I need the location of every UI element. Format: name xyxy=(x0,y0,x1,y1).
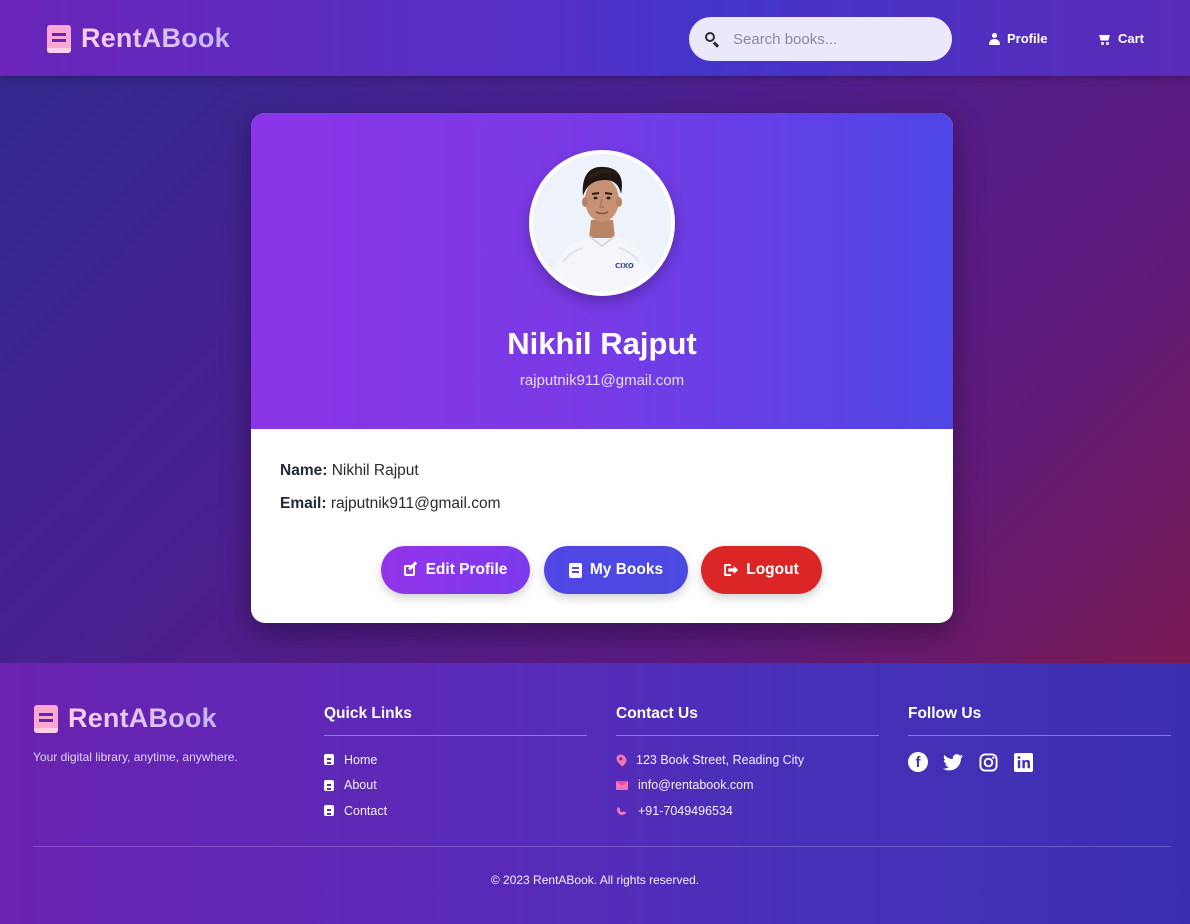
footer-link-label: About xyxy=(344,778,377,793)
quick-links-section: Quick Links Home About Contact xyxy=(324,705,587,824)
footer: RentABook Your digital library, anytime,… xyxy=(0,663,1190,924)
instagram-icon[interactable] xyxy=(978,752,998,772)
follow-title: Follow Us xyxy=(908,705,1171,736)
user-icon xyxy=(989,32,1000,45)
profile-header: CIXO Nikhil Rajput rajputnik911@gmail.co… xyxy=(251,113,953,429)
book-icon xyxy=(34,704,58,733)
footer-tagline: Your digital library, anytime, anywhere. xyxy=(33,750,238,764)
my-books-button[interactable]: My Books xyxy=(544,546,688,594)
footer-divider xyxy=(33,846,1171,847)
map-pin-icon xyxy=(614,752,629,767)
profile-name: Nikhil Rajput xyxy=(507,326,697,361)
copyright: © 2023 RentABook. All rights reserved. xyxy=(490,873,700,887)
envelope-icon xyxy=(616,780,628,790)
footer-brand[interactable]: RentABook xyxy=(34,703,217,734)
avatar: CIXO xyxy=(529,150,675,296)
book-icon xyxy=(324,754,334,766)
edit-profile-label: Edit Profile xyxy=(425,561,508,578)
profile-card: CIXO Nikhil Rajput rajputnik911@gmail.co… xyxy=(251,113,953,623)
book-icon xyxy=(568,562,582,578)
info-name-value: Nikhil Rajput xyxy=(331,462,419,479)
contact-email-text: info@rentabook.com xyxy=(638,778,754,793)
footer-brand-name: RentABook xyxy=(68,703,217,733)
book-icon xyxy=(324,779,334,791)
contact-phone[interactable]: +91-7049496534 xyxy=(616,798,879,824)
search-input[interactable] xyxy=(733,30,933,48)
cart-icon xyxy=(1098,33,1111,45)
contact-title: Contact Us xyxy=(616,705,879,736)
linkedin-icon[interactable] xyxy=(1013,752,1033,772)
contact-phone-text: +91-7049496534 xyxy=(638,803,733,818)
sign-out-icon xyxy=(724,564,738,576)
info-email-row: Email: rajputnik911@gmail.com xyxy=(280,495,501,513)
contact-section: Contact Us 123 Book Street, Reading City… xyxy=(614,705,879,824)
logout-label: Logout xyxy=(746,561,799,578)
book-icon xyxy=(47,24,71,53)
brand-name: RentABook xyxy=(81,23,230,53)
nav-cart-label: Cart xyxy=(1118,31,1145,46)
contact-address: 123 Book Street, Reading City xyxy=(614,747,879,773)
contact-address-text: 123 Book Street, Reading City xyxy=(636,752,805,767)
footer-link-contact[interactable]: Contact xyxy=(324,798,587,824)
info-email-value: rajputnik911@gmail.com xyxy=(330,495,501,512)
search-bar xyxy=(689,17,952,61)
info-email-label: Email: xyxy=(280,495,327,512)
info-name-label: Name: xyxy=(280,462,328,479)
search-icon xyxy=(705,32,719,46)
brand-logo[interactable]: RentABook xyxy=(47,23,230,54)
my-books-label: My Books xyxy=(589,561,664,578)
footer-link-home[interactable]: Home xyxy=(324,747,587,773)
phone-icon xyxy=(616,805,628,817)
follow-section: Follow Us f xyxy=(908,705,1171,772)
profile-email: rajputnik911@gmail.com xyxy=(519,372,685,389)
edit-icon xyxy=(403,563,418,577)
footer-link-label: Contact xyxy=(344,803,388,818)
facebook-icon[interactable]: f xyxy=(908,752,928,772)
footer-link-label: Home xyxy=(344,752,378,767)
avatar-photo: CIXO xyxy=(533,154,671,292)
nav-profile-label: Profile xyxy=(1007,31,1048,46)
quick-links-title: Quick Links xyxy=(324,705,587,736)
navbar: RentABook Profile Cart xyxy=(0,0,1190,76)
info-name-row: Name: Nikhil Rajput xyxy=(280,462,419,480)
edit-profile-button[interactable]: Edit Profile xyxy=(381,546,530,594)
social-links: f xyxy=(908,752,1171,772)
shirt-logo: CIXO xyxy=(615,262,634,270)
book-icon xyxy=(324,805,334,817)
footer-link-about[interactable]: About xyxy=(324,773,587,799)
contact-email[interactable]: info@rentabook.com xyxy=(616,773,879,799)
nav-cart-link[interactable]: Cart xyxy=(1098,31,1144,46)
logout-button[interactable]: Logout xyxy=(701,546,822,594)
twitter-icon[interactable] xyxy=(943,752,963,772)
nav-profile-link[interactable]: Profile xyxy=(989,31,1047,46)
